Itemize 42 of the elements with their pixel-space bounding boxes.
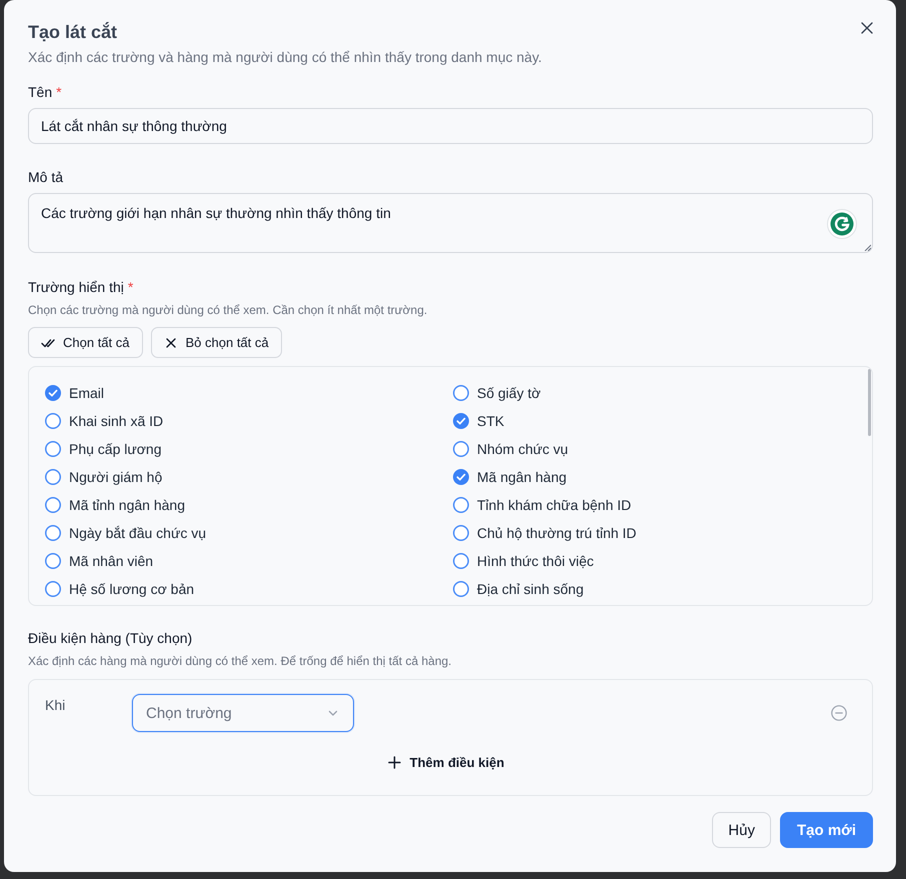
grammar-check-icon[interactable] (827, 209, 857, 239)
select-all-button[interactable]: Chọn tất cả (28, 327, 142, 358)
cancel-button[interactable]: Hủy (712, 812, 771, 848)
description-textarea[interactable]: Các trường giới hạn nhân sự thường nhìn thấy thông tin (28, 193, 873, 253)
create-button[interactable]: Tạo mới (780, 812, 873, 848)
field-label: Điều kiện hàng (Tùy chọn) (28, 629, 192, 648)
remove-condition-icon[interactable] (831, 705, 847, 721)
field-checkbox[interactable]: Chủ hộ thường trú tỉnh ID (453, 519, 636, 547)
dialog-title: Tạo lát cắt (28, 21, 118, 44)
field-checkbox[interactable]: Mã ngân hàng (453, 463, 567, 491)
required-mark: * (128, 278, 134, 297)
field-checkbox[interactable]: Mã nhân viên (45, 547, 154, 575)
field-label: Trường hiển thị (28, 278, 124, 297)
field-checkbox[interactable]: Hình thức thôi việc (453, 547, 594, 575)
field-hint: Chọn các trường mà người dùng có thể xem. Cần chọn ít nhất một trường. (28, 302, 428, 318)
field-select[interactable]: Chọn trường (132, 694, 354, 732)
add-condition-button[interactable]: Thêm điều kiện (384, 747, 508, 777)
field-checkbox[interactable]: Địa chỉ sinh sống (453, 575, 584, 603)
resize-handle-icon[interactable] (864, 244, 871, 251)
field-label: Mô tả (28, 168, 64, 187)
field-hint: Xác định các hàng mà người dùng có thể xem. Để trống để hiển thị tất cả hàng. (28, 653, 452, 669)
scrollbar[interactable] (868, 369, 871, 436)
field-checkbox[interactable]: Hệ số lương cơ bản (45, 575, 194, 603)
close-icon (164, 336, 178, 350)
field-checkbox[interactable]: Mã tỉnh ngân hàng (45, 491, 185, 519)
field-checkbox[interactable]: Khai sinh xã ID (45, 407, 164, 435)
field-checkbox[interactable]: Tỉnh khám chữa bệnh ID (453, 491, 632, 519)
condition-label: Khi (45, 696, 66, 715)
field-checkbox[interactable]: STK (453, 407, 504, 435)
dialog-description: Xác định các trường và hàng mà người dùng có thể nhìn thấy trong danh mục này. (28, 48, 543, 67)
field-checkbox[interactable]: Nhóm chức vụ (453, 435, 568, 463)
field-checkbox[interactable]: Người giám hộ (45, 463, 162, 491)
clear-all-button[interactable]: Bỏ chọn tất cả (150, 327, 282, 358)
close-icon (861, 22, 873, 34)
field-checkbox[interactable]: Email (45, 379, 104, 407)
field-checkbox[interactable]: Số giấy tờ (453, 379, 541, 407)
field-checkbox[interactable]: Ngày bắt đầu chức vụ (45, 519, 206, 547)
name-input[interactable]: Lát cắt nhân sự thông thường (28, 108, 873, 144)
field-checkbox[interactable]: Phụ cấp lương (45, 435, 162, 463)
plus-icon (388, 756, 401, 768)
field-label: Tên (28, 83, 52, 102)
required-mark: * (56, 83, 62, 102)
